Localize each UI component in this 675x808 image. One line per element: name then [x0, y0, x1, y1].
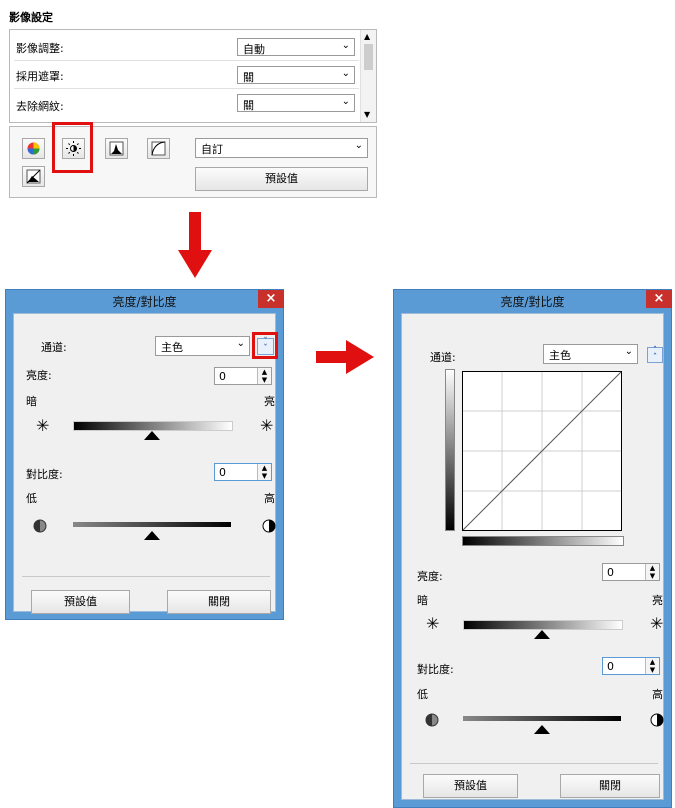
histogram-icon [109, 141, 124, 156]
color-balance-icon [27, 142, 40, 155]
highlight-frame [52, 122, 93, 173]
row-label-image-adjust: 影像調整: [16, 42, 64, 55]
spinner-icon[interactable]: ▲ ▼ [645, 658, 659, 674]
dialog-title: 亮度/對比度 [500, 295, 565, 309]
image-adjust-select[interactable]: 自動 ⌄ [237, 38, 355, 56]
input-gradient-bar [462, 536, 624, 546]
sun-dim-icon: ✳ [426, 614, 440, 633]
sun-dim-icon: ✳ [36, 416, 50, 435]
bright-label: 亮 [652, 594, 663, 607]
brightness-contrast-dialog-collapsed: 亮度/對比度 × 通道: 主色 ⌄ ˇˇ 亮度: 0 ▲ ▼ 暗 亮 ✳ ✳ 對比… [5, 289, 284, 620]
row-divider [14, 88, 359, 89]
scrollbar[interactable]: ▲ ▼ [360, 30, 376, 122]
tone-curve-button[interactable] [147, 138, 170, 159]
brightness-slider-thumb[interactable] [144, 431, 160, 440]
chevron-down-icon: ⌄ [341, 96, 350, 107]
contrast-slider-track[interactable] [73, 522, 231, 527]
close-icon[interactable]: × [646, 290, 672, 308]
spinner-icon[interactable]: ▲ ▼ [645, 564, 659, 580]
high-label: 高 [652, 688, 663, 701]
tone-curve-graph [462, 371, 622, 531]
brightness-slider-track[interactable] [463, 620, 623, 630]
brightness-input[interactable]: 0 ▲ ▼ [214, 367, 272, 385]
tone-curve-icon [151, 141, 166, 156]
contrast-label: 對比度: [417, 663, 454, 676]
sun-bright-icon: ✳ [650, 614, 664, 633]
histogram-button[interactable] [105, 138, 128, 159]
contrast-slider-track[interactable] [463, 716, 621, 721]
defaults-button[interactable]: 預設值 [31, 590, 130, 614]
arrow-down-icon [178, 212, 212, 278]
defaults-button[interactable]: 預設值 [423, 774, 518, 798]
spinner-icon[interactable]: ▲ ▼ [257, 464, 271, 480]
scroll-up-icon[interactable]: ▲ [364, 32, 370, 41]
brightness-slider-track[interactable] [73, 421, 233, 431]
preset-select[interactable]: 自訂 ⌄ [195, 138, 368, 158]
contrast-slider-thumb[interactable] [534, 725, 550, 734]
image-settings-list: 影像調整: 自動 ⌄ 採用遮罩: 關 ⌄ 去除網紋: 關 ⌄ ▲ ▼ [9, 29, 377, 123]
contrast-high-icon [262, 519, 276, 533]
chevron-down-icon: ⌄ [236, 338, 245, 349]
color-balance-button[interactable] [22, 138, 45, 159]
arrow-right-icon [316, 340, 374, 374]
chevron-down-icon: ⌄ [341, 68, 350, 79]
chevron-down-icon: ⌄ [341, 40, 350, 51]
collapse-button[interactable]: ˆˆ [647, 347, 663, 363]
descreen-select[interactable]: 關 ⌄ [237, 94, 355, 112]
low-label: 低 [26, 492, 37, 505]
close-button[interactable]: 關閉 [167, 590, 271, 614]
mask-select[interactable]: 關 ⌄ [237, 66, 355, 84]
sun-bright-icon: ✳ [260, 416, 274, 435]
contrast-low-icon [425, 713, 439, 727]
dialog-title: 亮度/對比度 [112, 295, 177, 309]
contrast-input[interactable]: 0 ▲ ▼ [602, 657, 660, 675]
image-settings-title: 影像設定 [9, 11, 53, 24]
brightness-slider-thumb[interactable] [534, 630, 550, 639]
chevron-down-icon: ⌄ [624, 346, 633, 357]
close-icon[interactable]: × [258, 290, 284, 308]
brightness-label: 亮度: [417, 570, 443, 583]
channel-label: 通道: [430, 351, 456, 364]
dark-label: 暗 [417, 594, 428, 607]
dialog-client: 通道: 主色 ⌄ ˇˇ 亮度: 0 ▲ ▼ 暗 亮 ✳ ✳ 對比度: 0 ▲ ▼ 低… [13, 313, 278, 614]
channel-label: 通道: [41, 341, 67, 354]
defaults-button[interactable]: 預設值 [195, 167, 368, 191]
brightness-input[interactable]: 0 ▲ ▼ [602, 563, 660, 581]
threshold-button[interactable] [22, 166, 45, 187]
spinner-icon[interactable]: ▲ ▼ [257, 368, 271, 384]
dialog-client: 通道: 主色 ⌄ ˆˆ 亮度: 0 ▲ ▼ 暗 亮 ✳ ✳ 對比度: 0 ▲ ▼… [401, 313, 664, 800]
contrast-label: 對比度: [26, 468, 63, 481]
double-chevron-up-icon: ˆˆ [652, 346, 658, 363]
channel-select[interactable]: 主色 ⌄ [543, 344, 638, 364]
low-label: 低 [417, 688, 428, 701]
chevron-down-icon: ⌄ [354, 140, 363, 151]
output-gradient-bar [445, 369, 455, 531]
close-button[interactable]: 關閉 [560, 774, 660, 798]
channel-select[interactable]: 主色 ⌄ [155, 336, 250, 356]
row-label-descreen: 去除網紋: [16, 100, 64, 113]
brightness-contrast-dialog-expanded: 亮度/對比度 × 通道: 主色 ⌄ ˆˆ 亮度: 0 ▲ ▼ 暗 亮 ✳ ✳ 對… [393, 289, 672, 808]
scroll-thumb[interactable] [364, 44, 373, 70]
contrast-slider-thumb[interactable] [144, 531, 160, 540]
bright-label: 亮 [264, 395, 275, 408]
high-label: 高 [264, 492, 275, 505]
threshold-icon [26, 169, 41, 184]
brightness-label: 亮度: [26, 369, 52, 382]
contrast-low-icon [33, 519, 47, 533]
dark-label: 暗 [26, 395, 37, 408]
row-label-mask: 採用遮罩: [16, 70, 64, 83]
row-divider [14, 60, 359, 61]
dialog-divider [410, 763, 658, 764]
contrast-high-icon [650, 713, 664, 727]
contrast-input[interactable]: 0 ▲ ▼ [214, 463, 272, 481]
dialog-divider [22, 576, 270, 577]
scroll-down-icon[interactable]: ▼ [364, 110, 370, 119]
highlight-frame [252, 332, 278, 359]
